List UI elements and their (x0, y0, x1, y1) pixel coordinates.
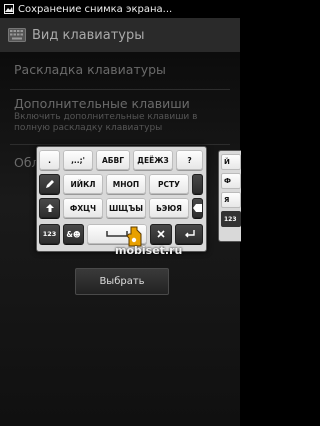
key-period[interactable]: . (39, 150, 60, 170)
space-icon (106, 231, 128, 237)
key-dezhz[interactable]: ДЕЁЖЗ (133, 150, 173, 170)
page-title: Вид клавиатуры (32, 27, 145, 43)
tools-key[interactable] (150, 224, 172, 244)
screenshot-icon (4, 4, 14, 14)
keyboard-preview-next[interactable]: Й Ф Я 123 (218, 150, 241, 242)
key-rstu[interactable]: РСТУ (149, 174, 189, 194)
keyboard-icon (8, 28, 26, 42)
tools-icon (157, 230, 165, 238)
key-partial-y: Й (221, 154, 241, 170)
key-question[interactable]: ? (176, 150, 203, 170)
key-partial-f: Ф (221, 173, 241, 189)
backspace-icon (193, 204, 202, 212)
extra-keys-setting[interactable]: Дополнительные клавиши Включить дополнит… (14, 96, 230, 134)
pencil-icon (45, 180, 54, 188)
watermark: mobiset.ru (115, 244, 183, 257)
divider (10, 89, 230, 90)
edit-key[interactable] (39, 174, 60, 194)
page-header: Вид клавиатуры (0, 18, 240, 53)
backspace-key[interactable] (192, 198, 203, 218)
key-abvg[interactable]: АБВГ (96, 150, 130, 170)
status-text: Сохранение снимка экрана... (18, 3, 173, 15)
enter-key[interactable] (175, 224, 203, 244)
key-partial-123: 123 (221, 211, 241, 227)
symbols-key[interactable]: &☻ (63, 224, 84, 244)
key-eyuya[interactable]: ЬЭЮЯ (149, 198, 189, 218)
key-fkhcch[interactable]: ФХЦЧ (63, 198, 103, 218)
keyboard-layout-setting[interactable]: Раскладка клавиатуры (14, 62, 230, 77)
numbers-key[interactable]: 123 (39, 224, 60, 244)
key-punctuation[interactable]: ,..;' (63, 150, 93, 170)
status-bar: Сохранение снимка экрана... (0, 0, 240, 18)
key-shshch[interactable]: ШЩЪЫ (106, 198, 146, 218)
key-partial-ya: Я (221, 192, 241, 208)
setting-title: Раскладка клавиатуры (14, 62, 166, 77)
enter-icon (184, 230, 195, 238)
key-partial[interactable] (192, 174, 203, 194)
key-iykl[interactable]: ИЙКЛ (63, 174, 103, 194)
setting-title: Дополнительные клавиши (14, 96, 190, 111)
setting-summary: Включить дополнительные клавиши в полную… (14, 112, 198, 133)
select-button[interactable]: Выбрать (75, 268, 169, 295)
divider (10, 144, 230, 145)
keyboard-preview[interactable]: . ,..;' АБВГ ДЕЁЖЗ ? ИЙКЛ МНОП РСТУ ФХЦЧ… (36, 146, 207, 252)
shift-key[interactable] (39, 198, 60, 218)
key-mnop[interactable]: МНОП (106, 174, 146, 194)
shift-icon (45, 204, 54, 212)
